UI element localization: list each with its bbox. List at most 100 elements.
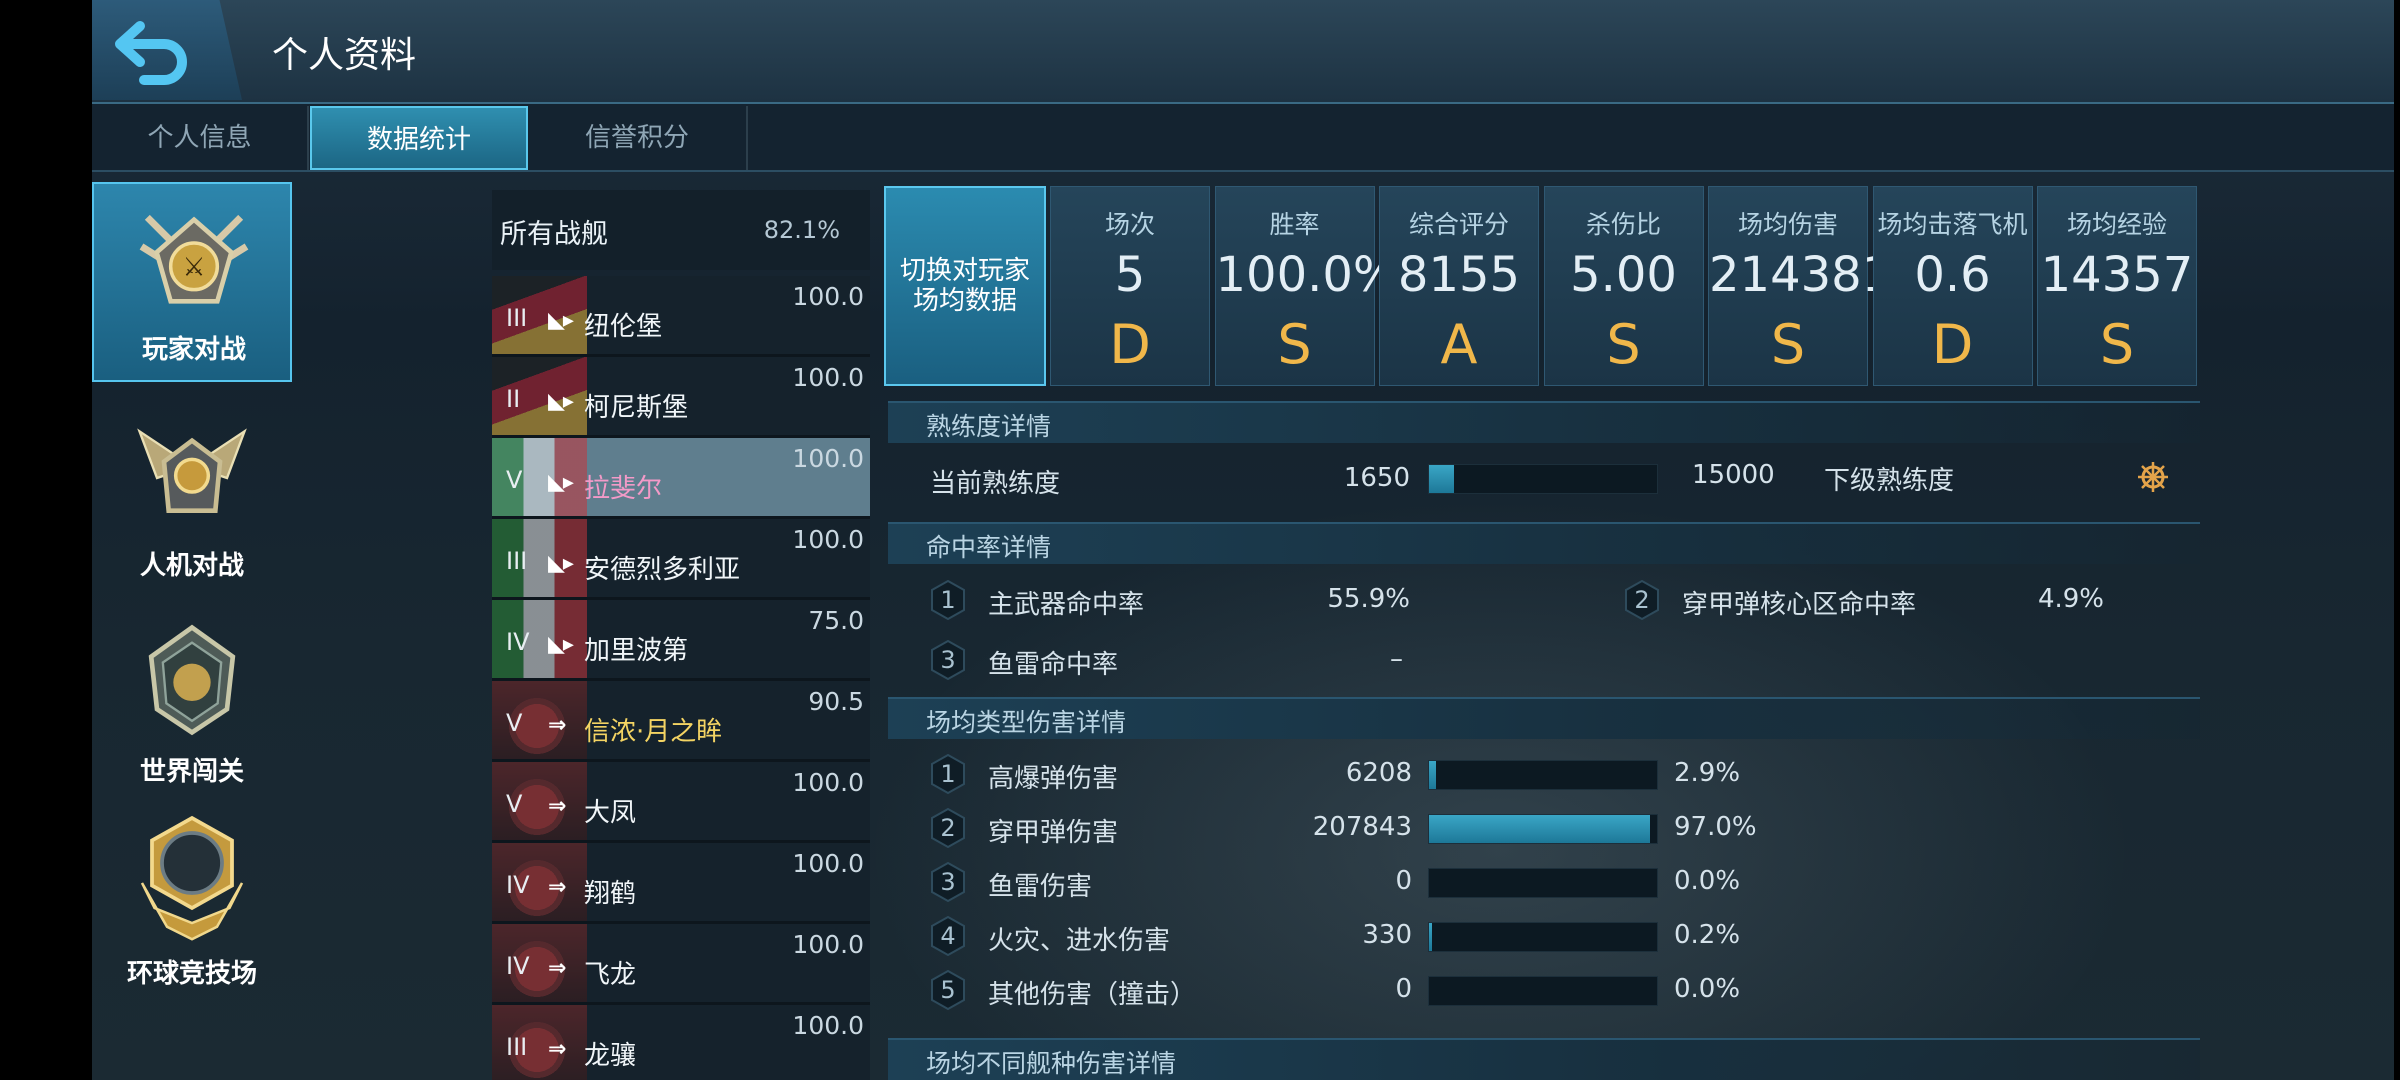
damage-bar-fill	[1429, 815, 1651, 843]
arena-emblem-icon	[140, 815, 244, 941]
left-black-bar	[0, 0, 92, 1080]
ship-name: 柯尼斯堡	[584, 393, 689, 423]
ship-all-pct: 82.1%	[763, 216, 840, 244]
ship-class-dd-icon: ◣▸	[548, 308, 574, 333]
ship-score: 100.0	[792, 930, 864, 959]
row-number: 3	[940, 868, 956, 896]
ship-name: 飞龙	[584, 960, 637, 990]
ship-tier: III	[506, 547, 528, 575]
stat-card: 杀伤比 5.00 S	[1543, 186, 1704, 386]
tab-personal-info[interactable]: 个人信息	[92, 106, 309, 170]
damage-pct: 0.0%	[1674, 866, 1741, 896]
damage-bar-fill	[1429, 923, 1432, 951]
ship-list-all[interactable]: 所有战舰 82.1%	[492, 190, 870, 270]
row-number: 1	[940, 586, 956, 614]
row-number-badge: 2	[930, 808, 966, 848]
proficiency-bar-fill	[1429, 465, 1455, 493]
damage-bar	[1428, 922, 1658, 952]
ship-score: 100.0	[792, 444, 864, 473]
mode-world[interactable]: 世界闯关	[92, 602, 292, 802]
accuracy-value: 55.9%	[1327, 584, 1410, 614]
damage-bar	[1428, 976, 1658, 1006]
back-button[interactable]	[92, 0, 242, 100]
stat-grade: S	[1770, 313, 1806, 376]
ship-class-bb-icon: ⇒	[548, 875, 566, 900]
stat-grade: S	[1606, 313, 1641, 376]
damage-bar	[1428, 814, 1658, 844]
row-number-badge: 4	[930, 916, 966, 956]
section-title: 命中率详情	[926, 533, 1052, 562]
accuracy-value: 4.9%	[2037, 584, 2104, 614]
mode-pve[interactable]: 人机对战	[92, 396, 292, 596]
damage-label: 火灾、进水伤害	[988, 926, 1171, 956]
ship-wheel-icon[interactable]	[2136, 460, 2170, 494]
right-black-bar	[2394, 0, 2400, 1080]
ship-row[interactable]: V ⇒ 大凤 100.0	[492, 762, 870, 843]
ship-class-dd-icon: ◣▸	[548, 551, 574, 576]
ship-class-dd-icon: ◣▸	[548, 389, 574, 414]
section-title: 场均不同舰种伤害详情	[926, 1049, 1177, 1078]
stat-label: 综合评分	[1408, 210, 1509, 239]
row-number: 4	[940, 922, 956, 950]
stat-card: 场均击落飞机 0.6 D	[1872, 186, 2033, 386]
row-number: 1	[940, 760, 956, 788]
ship-name: 信浓·月之眸	[584, 717, 723, 747]
stat-value: 214381	[1709, 247, 1893, 303]
stat-value: 5.00	[1570, 247, 1677, 303]
damage-label: 鱼雷伤害	[988, 872, 1093, 902]
stat-value: 5	[1114, 247, 1146, 303]
ship-class-bb-icon: ⇒	[548, 794, 566, 819]
row-number: 5	[940, 976, 956, 1004]
ship-row[interactable]: III ◣▸ 安德烈多利亚 100.0	[492, 519, 870, 600]
svg-text:⚔: ⚔	[182, 253, 205, 283]
switch-average-button[interactable]: 切换对玩家场均数据	[884, 186, 1046, 386]
mode-arena[interactable]: 环球竞技场	[92, 804, 292, 1004]
ship-tier: III	[506, 304, 528, 332]
section-damage-type: 场均类型伤害详情	[888, 697, 2200, 739]
ship-class-dd-icon: ◣▸	[548, 470, 574, 495]
proficiency-current-label: 当前熟练度	[930, 469, 1061, 499]
stat-label: 场次	[1104, 210, 1155, 239]
accuracy-label: 鱼雷命中率	[988, 650, 1119, 680]
proficiency-next-label: 下级熟练度	[1824, 466, 1955, 496]
ship-name: 纽伦堡	[584, 312, 663, 342]
mode-label: 人机对战	[139, 551, 244, 581]
section-proficiency: 熟练度详情	[888, 401, 2200, 443]
stat-value: 0.6	[1914, 247, 1991, 303]
damage-pct: 0.2%	[1674, 920, 1741, 950]
damage-pct: 97.0%	[1674, 812, 1757, 842]
damage-value: 207843	[1312, 812, 1412, 842]
ship-row[interactable]: III ⇒ 龙骧 100.0	[492, 1005, 870, 1080]
stat-grade: D	[1109, 313, 1151, 376]
ship-row[interactable]: IV ⇒ 飞龙 100.0	[492, 924, 870, 1005]
damage-value: 0	[1395, 974, 1412, 1004]
ship-class-dd-icon: ◣▸	[548, 632, 574, 657]
proficiency-next-value: 15000	[1692, 460, 1775, 490]
row-number-badge: 5	[930, 970, 966, 1010]
ship-row[interactable]: V ◣▸ 拉斐尔 100.0	[492, 438, 870, 519]
damage-bar	[1428, 760, 1658, 790]
row-number: 2	[1634, 586, 1650, 614]
ship-row[interactable]: IV ◣▸ 加里波第 75.0	[492, 600, 870, 681]
damage-value: 0	[1395, 866, 1412, 896]
stat-card: 场均伤害 214381 S	[1708, 186, 1893, 386]
mode-pvp[interactable]: ⚔ 玩家对战	[92, 182, 292, 382]
ship-tier: V	[506, 709, 523, 737]
ship-row[interactable]: II ◣▸ 柯尼斯堡 100.0	[492, 357, 870, 438]
pvp-emblem-icon: ⚔	[139, 214, 249, 304]
ship-name: 大凤	[584, 798, 637, 828]
row-number-badge: 1	[930, 580, 966, 620]
row-number-badge: 1	[930, 754, 966, 794]
section-title: 熟练度详情	[926, 412, 1052, 441]
header-bar: 个人资料	[92, 0, 2394, 104]
ship-row[interactable]: III ◣▸ 纽伦堡 100.0	[492, 276, 870, 357]
damage-value: 330	[1362, 920, 1412, 950]
ship-row[interactable]: V ⇒ 信浓·月之眸 90.5	[492, 681, 870, 762]
ship-row[interactable]: IV ⇒ 翔鹤 100.0	[492, 843, 870, 924]
tab-credit-score[interactable]: 信誉积分	[528, 106, 748, 170]
ship-score: 100.0	[792, 525, 864, 554]
damage-label: 其他伤害（撞击）	[988, 980, 1197, 1010]
tab-data-stats[interactable]: 数据统计	[310, 106, 528, 170]
mode-label: 世界闯关	[139, 757, 244, 787]
ship-tier: IV	[506, 952, 530, 980]
